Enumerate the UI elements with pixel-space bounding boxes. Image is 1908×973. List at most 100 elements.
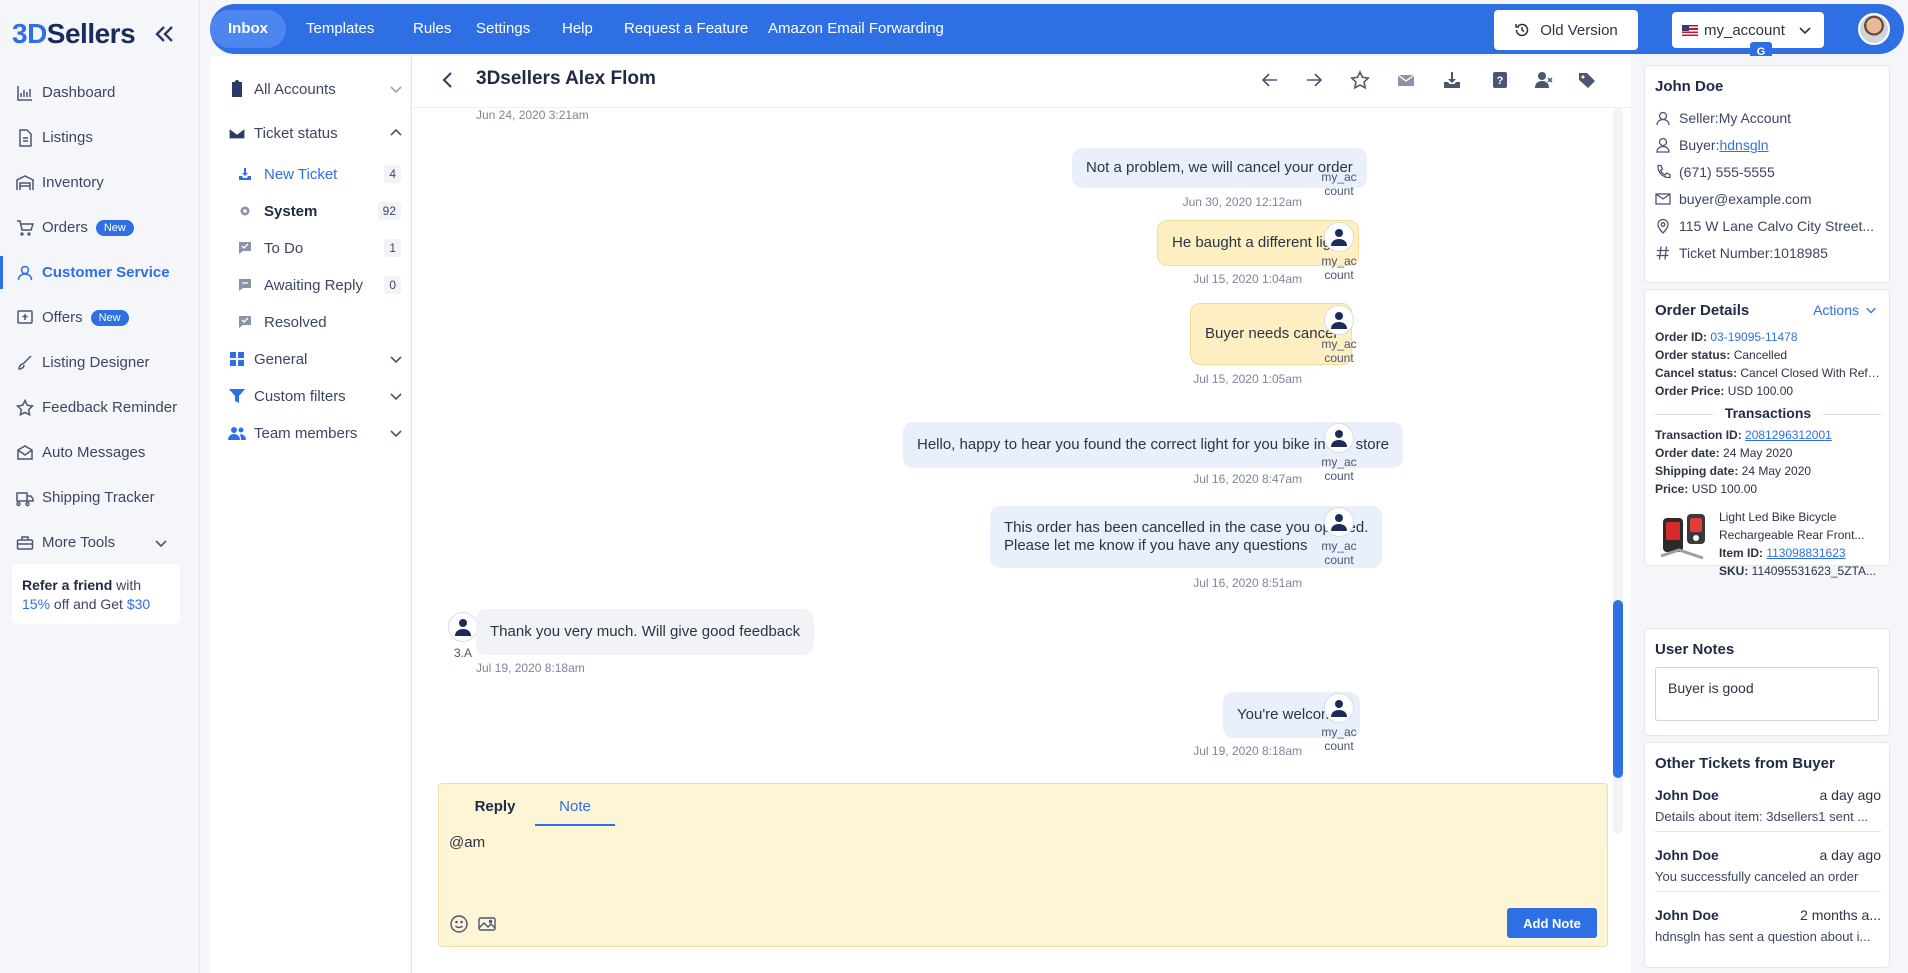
avatar — [448, 612, 478, 642]
hash-icon — [1655, 245, 1671, 261]
message-timestamp: Jul 16, 2020 8:51am — [1193, 576, 1302, 590]
sidebar-item-orders[interactable]: Orders New — [0, 205, 200, 250]
message-list[interactable]: Jun 24, 2020 3:21am Not a problem, we wi… — [412, 108, 1612, 834]
tags-icon[interactable] — [1578, 70, 1598, 90]
message-timestamp: Jul 19, 2020 8:18am — [1193, 744, 1302, 758]
note-input[interactable]: @am — [449, 834, 1549, 851]
note-tab[interactable]: Note — [535, 792, 615, 826]
us-flag-icon — [1682, 24, 1698, 36]
product-thumbnail[interactable] — [1655, 508, 1715, 564]
buyer-link[interactable]: hdnsgln — [1719, 137, 1768, 153]
actions-dropdown[interactable]: Actions — [1813, 302, 1877, 318]
item-id-link[interactable]: 113098831623 — [1766, 546, 1845, 560]
tab-settings[interactable]: Settings — [458, 10, 548, 48]
address-row: 115 W Lane Calvo City Street... — [1655, 218, 1885, 234]
offer-icon — [16, 309, 34, 327]
custom-filters[interactable]: Custom filters — [228, 381, 403, 411]
transaction-price-row: Price: USD 100.00 — [1655, 482, 1758, 496]
team-members-filter[interactable]: Team members — [228, 418, 403, 448]
transaction-id-row: Transaction ID: 2081296312001 — [1655, 428, 1832, 442]
chevron-down-icon — [389, 389, 403, 403]
next-ticket-icon[interactable] — [1304, 70, 1324, 90]
sidebar-item-listings[interactable]: Listings — [0, 115, 200, 160]
other-ticket-item[interactable]: John Doe a day ago Details about item: 3… — [1655, 787, 1881, 827]
ticket-number-row: Ticket Number: 1018985 — [1655, 245, 1885, 261]
tab-templates[interactable]: Templates — [288, 10, 392, 48]
tab-amazon-email-forwarding[interactable]: Amazon Email Forwarding — [750, 10, 962, 48]
tab-request-feature[interactable]: Request a Feature — [606, 10, 766, 48]
ticket-status-group[interactable]: Ticket status — [228, 118, 403, 148]
star-icon — [16, 398, 34, 417]
remove-user-icon[interactable] — [1534, 70, 1554, 90]
resolved-icon — [238, 315, 252, 329]
sidebar-item-feedback-reminder[interactable]: Feedback Reminder — [0, 385, 200, 430]
new-badge: New — [95, 219, 134, 236]
ticket-count: 1 — [384, 239, 401, 257]
other-ticket-item[interactable]: John Doe a day ago You successfully canc… — [1655, 847, 1881, 887]
account-select[interactable]: my_account — [1672, 12, 1824, 48]
brush-icon — [16, 354, 34, 372]
status-system[interactable]: System 92 — [238, 196, 403, 226]
message-sender: my_ac count — [1321, 337, 1357, 365]
reply-tab[interactable]: Reply — [455, 792, 535, 826]
brand-logo[interactable]: 3DSellers — [12, 18, 136, 50]
phone-row: (671) 555-5555 — [1655, 164, 1885, 180]
warehouse-icon — [16, 174, 34, 192]
general-filter[interactable]: General — [228, 344, 403, 374]
tab-help[interactable]: Help — [544, 10, 611, 48]
add-note-button[interactable]: Add Note — [1507, 908, 1597, 938]
clipboard-icon — [228, 80, 246, 98]
emoji-icon[interactable] — [449, 914, 469, 934]
grid-icon — [228, 350, 246, 368]
tab-inbox[interactable]: Inbox — [210, 10, 286, 48]
message-sender: my_ac count — [1321, 170, 1357, 198]
sidebar-item-dashboard[interactable]: Dashboard — [0, 70, 200, 115]
divider — [1823, 414, 1881, 415]
sidebar-item-more-tools[interactable]: More Tools — [0, 520, 200, 565]
other-ticket-item[interactable]: John Doe 2 months a... hdnsgln has sent … — [1655, 907, 1881, 947]
ticket-count: 0 — [384, 276, 401, 294]
chevron-down-icon — [1798, 23, 1812, 37]
divider — [1655, 891, 1881, 892]
envelope-icon — [16, 444, 34, 462]
email-row: buyer@example.com — [1655, 191, 1885, 207]
sidebar-item-offers[interactable]: Offers New — [0, 295, 200, 340]
all-accounts-filter[interactable]: All Accounts — [228, 74, 403, 104]
star-icon[interactable] — [1350, 70, 1370, 90]
buyer-row: Buyer: hdnsgln — [1655, 137, 1885, 153]
chevron-down-icon — [389, 82, 403, 96]
sidebar-item-shipping-tracker[interactable]: Shipping Tracker — [0, 475, 200, 520]
status-to-do[interactable]: To Do 1 — [238, 233, 403, 263]
user-notes-textarea[interactable]: Buyer is good — [1655, 667, 1879, 721]
cart-icon — [16, 219, 34, 237]
mark-unread-icon[interactable] — [1396, 70, 1416, 90]
sidebar-item-customer-service[interactable]: Customer Service — [0, 250, 200, 295]
old-version-button[interactable]: Old Version — [1494, 10, 1638, 50]
order-id-link[interactable]: 03-19095-11478 — [1710, 330, 1797, 344]
shipping-date-row: Shipping date: 24 May 2020 — [1655, 464, 1812, 478]
help-ticket-icon[interactable]: ? — [1490, 70, 1510, 90]
status-awaiting-reply[interactable]: Awaiting Reply 0 — [238, 270, 403, 300]
refer-a-friend-card[interactable]: Refer a friend with 15% off and Get $30 — [12, 564, 180, 624]
image-icon[interactable] — [477, 914, 497, 934]
sidebar-item-auto-messages[interactable]: Auto Messages — [0, 430, 200, 475]
previous-ticket-icon[interactable] — [1260, 70, 1280, 90]
team-icon — [228, 424, 246, 442]
order-details-card: Order Details Actions Order ID: 03-19095… — [1644, 289, 1890, 578]
order-date-row: Order date: 24 May 2020 — [1655, 446, 1793, 460]
buyer-name: John Doe — [1655, 78, 1724, 95]
sidebar-item-inventory[interactable]: Inventory — [0, 160, 200, 205]
transaction-id-link[interactable]: 2081296312001 — [1745, 428, 1832, 442]
user-avatar[interactable] — [1858, 13, 1890, 45]
scrollbar-thumb[interactable] — [1613, 600, 1623, 778]
back-arrow-icon[interactable] — [438, 70, 458, 90]
status-new-ticket[interactable]: New Ticket 4 — [238, 159, 403, 189]
download-icon[interactable] — [1442, 70, 1462, 90]
collapse-sidebar-icon[interactable] — [152, 22, 178, 48]
status-resolved[interactable]: Resolved — [238, 307, 403, 337]
sidebar-item-listing-designer[interactable]: Listing Designer — [0, 340, 200, 385]
chevron-down-icon — [389, 426, 403, 440]
message-timestamp: Jun 30, 2020 12:12am — [1182, 195, 1302, 209]
message-sender: my_ac count — [1321, 254, 1357, 282]
document-icon — [16, 128, 34, 147]
